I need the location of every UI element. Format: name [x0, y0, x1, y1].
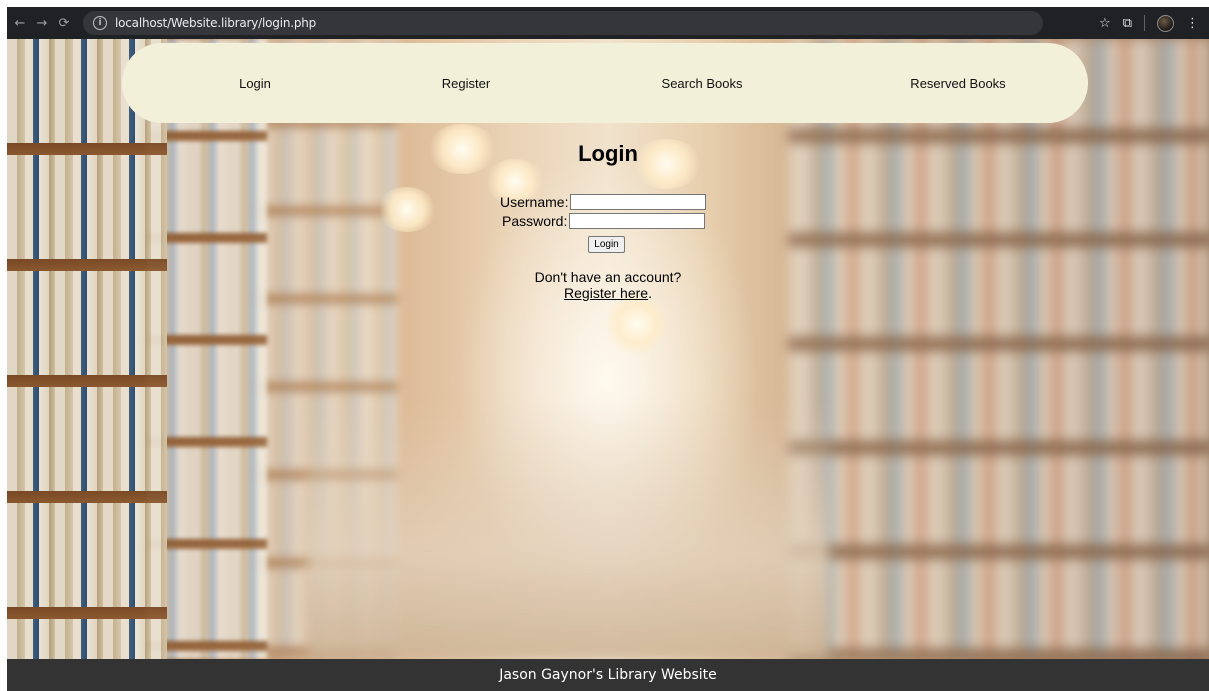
puzzle-icon[interactable]: ⧉	[1123, 16, 1132, 31]
page-background: Login Register Search Books Reserved Boo…	[7, 39, 1209, 659]
toolbar-actions: ☆ ⧉ ⋮	[1099, 14, 1199, 32]
back-button[interactable]: ←	[9, 12, 31, 34]
window-glow-image	[607, 294, 667, 354]
bookshelf-image	[7, 39, 167, 659]
nav-reserved-books-link[interactable]: Reserved Books	[910, 43, 1005, 123]
register-here-link[interactable]: Register here	[564, 285, 648, 301]
reload-button[interactable]: ⟳	[53, 12, 75, 34]
arrow-right-icon: →	[36, 15, 48, 31]
page-title: Login	[578, 141, 638, 166]
kebab-menu-icon[interactable]: ⋮	[1186, 16, 1199, 31]
site-footer: Jason Gaynor's Library Website	[7, 659, 1209, 691]
reload-icon: ⟳	[58, 15, 70, 31]
info-icon[interactable]: i	[93, 16, 107, 30]
star-icon[interactable]: ☆	[1099, 16, 1111, 31]
nav-login-link[interactable]: Login	[239, 43, 271, 123]
no-account-text: Don't have an account?	[534, 269, 682, 285]
avatar[interactable]	[1157, 14, 1174, 32]
register-prompt: Don't have an account? Register here.	[7, 269, 1209, 301]
address-bar[interactable]: i localhost/Website.library/login.php	[83, 11, 1043, 35]
main-nav: Login Register Search Books Reserved Boo…	[122, 43, 1088, 123]
arrow-left-icon: ←	[14, 15, 26, 31]
footer-text: Jason Gaynor's Library Website	[499, 667, 717, 683]
nav-register-link[interactable]: Register	[442, 43, 490, 123]
url-text[interactable]: localhost/Website.library/login.php	[115, 16, 316, 30]
password-label: Password:	[502, 213, 568, 229]
floor-image	[307, 399, 829, 659]
browser-window: ← → ⟳ i localhost/Website.library/login.…	[7, 7, 1209, 691]
forward-button[interactable]: →	[31, 12, 53, 34]
password-input[interactable]	[569, 213, 706, 229]
bookshelf-image	[789, 39, 1209, 659]
toolbar-divider	[1144, 15, 1145, 31]
register-line: Register here.	[7, 285, 1209, 301]
password-row: Password:	[502, 213, 706, 229]
username-row: Username:	[500, 194, 707, 210]
browser-toolbar: ← → ⟳ i localhost/Website.library/login.…	[7, 7, 1209, 39]
login-submit-button[interactable]: Login	[588, 236, 625, 253]
register-suffix: .	[648, 285, 652, 301]
nav-search-books-link[interactable]: Search Books	[662, 43, 743, 123]
username-input[interactable]	[570, 194, 707, 210]
ceiling-light-image	[377, 187, 437, 232]
username-label: Username:	[500, 194, 569, 210]
